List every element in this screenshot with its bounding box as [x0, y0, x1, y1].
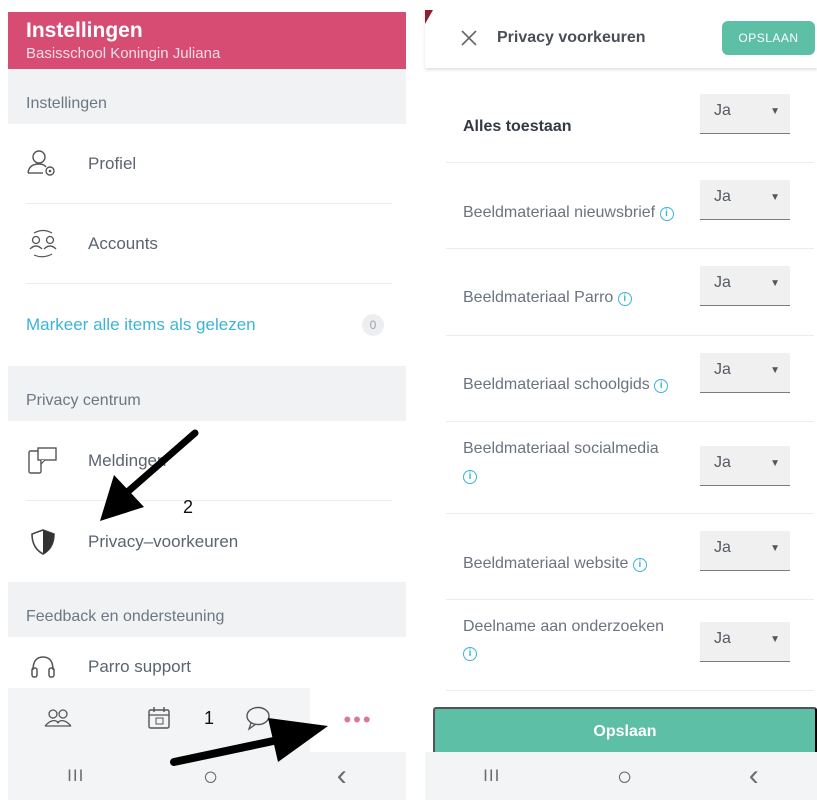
shield-icon: [26, 525, 60, 559]
pref-select-socialmedia[interactable]: Ja ▼: [700, 446, 790, 486]
pref-row-socialmedia: Beeldmateriaal socialmedia i Ja ▼: [446, 422, 814, 514]
pref-label: Alles toestaan: [463, 118, 572, 135]
close-icon[interactable]: [457, 26, 481, 50]
pref-select-schoolgids[interactable]: Ja ▼: [700, 353, 790, 393]
pref-label: Beeldmateriaal socialmedia: [463, 440, 659, 457]
select-value: Ja: [714, 188, 731, 205]
pref-label-wrap: Beeldmateriaal nieuwsbrief i: [463, 201, 688, 225]
save-button[interactable]: Opslaan: [433, 707, 817, 757]
info-icon[interactable]: i: [617, 292, 632, 306]
annotation-arrow-1: [170, 718, 328, 766]
accounts-switch-icon: [26, 227, 60, 261]
info-icon[interactable]: i: [632, 558, 647, 572]
info-icon[interactable]: i: [654, 379, 669, 393]
system-nav-bar-right: III ○ ‹: [425, 752, 817, 800]
app-header: Instellingen Basisschool Koningin Julian…: [8, 12, 406, 69]
settings-item-label: Profiel: [88, 153, 137, 173]
screenshot-canvas: Instellingen Basisschool Koningin Julian…: [0, 0, 817, 800]
pref-label: Beeldmateriaal nieuwsbrief: [463, 204, 656, 221]
chevron-down-icon: ▼: [770, 192, 780, 203]
pref-label-wrap: Beeldmateriaal schoolgids i: [463, 373, 703, 397]
pref-label-wrap: Beeldmateriaal website i: [463, 552, 688, 576]
pref-row-alles-toestaan: Alles toestaan Ja ▼: [446, 80, 814, 163]
settings-item-profiel[interactable]: Profiel: [26, 124, 392, 204]
pref-select-website[interactable]: Ja ▼: [700, 531, 790, 571]
profile-gear-icon: [26, 147, 60, 181]
chevron-down-icon: ▼: [770, 543, 780, 554]
save-button-top[interactable]: OPSLAAN: [722, 21, 815, 55]
back-button[interactable]: ‹: [337, 759, 347, 793]
settings-item-accounts[interactable]: Accounts: [26, 204, 392, 284]
pref-label: Beeldmateriaal schoolgids: [463, 376, 650, 393]
mark-all-read-link[interactable]: Markeer alle items als gelezen 0: [26, 284, 392, 366]
settings-item-label: Accounts: [88, 233, 158, 253]
page-title: Privacy voorkeuren: [497, 29, 646, 46]
select-value: Ja: [714, 630, 731, 647]
top-app-bar: Privacy voorkeuren OPSLAAN: [425, 10, 817, 68]
info-icon[interactable]: i: [463, 647, 477, 661]
school-name: Basisschool Koningin Juliana: [26, 45, 221, 62]
unread-count-badge: 0: [362, 314, 384, 336]
support-label: Parro support: [88, 657, 191, 676]
section-header-feedback: Feedback en ondersteuning: [8, 582, 406, 637]
select-value: Ja: [714, 102, 731, 119]
annotation-number-2: 2: [183, 497, 194, 517]
pref-label: Beeldmateriaal website: [463, 555, 629, 572]
annotation-number-1: 1: [204, 708, 215, 728]
headset-icon: [26, 650, 60, 684]
mark-all-read-label: Markeer alle items als gelezen: [26, 315, 256, 334]
info-icon[interactable]: i: [463, 470, 477, 484]
privacy-preferences-screen: Privacy voorkeuren OPSLAAN Alles toestaa…: [425, 10, 817, 800]
pref-select-parro[interactable]: Ja ▼: [700, 266, 790, 306]
select-value: Ja: [714, 361, 731, 378]
pref-label: Beeldmateriaal Parro: [463, 289, 614, 306]
page-title: Instellingen: [26, 19, 143, 42]
recent-apps-button[interactable]: III: [483, 766, 500, 786]
select-value: Ja: [714, 539, 731, 556]
settings-screen: Instellingen Basisschool Koningin Julian…: [8, 12, 406, 800]
recent-apps-button[interactable]: III: [67, 766, 84, 786]
select-value: Ja: [714, 454, 731, 471]
privacy-item-label: Privacy–voorkeuren: [88, 531, 239, 551]
pref-row-nieuwsbrief: Beeldmateriaal nieuwsbrief i Ja ▼: [446, 163, 814, 249]
section-header-settings: Instellingen: [8, 69, 406, 124]
nav-groups[interactable]: [8, 688, 108, 752]
chevron-down-icon: ▼: [770, 458, 780, 469]
chevron-down-icon: ▼: [770, 365, 780, 376]
pref-row-onderzoeken: Deelname aan onderzoeken i Ja ▼: [446, 600, 814, 691]
corner-mark: [425, 10, 433, 24]
section-header-privacy: Privacy centrum: [8, 366, 406, 421]
select-value: Ja: [714, 274, 731, 291]
chevron-down-icon: ▼: [770, 106, 780, 117]
pref-label-wrap: Beeldmateriaal Parro i: [463, 286, 688, 310]
pref-select-nieuwsbrief[interactable]: Ja ▼: [700, 180, 790, 220]
pref-select-alles-toestaan[interactable]: Ja ▼: [700, 94, 790, 134]
home-button[interactable]: ○: [617, 761, 633, 792]
pref-row-parro: Beeldmateriaal Parro i Ja ▼: [446, 249, 814, 336]
info-icon[interactable]: i: [659, 207, 674, 221]
pref-row-website: Beeldmateriaal website i Ja ▼: [446, 514, 814, 600]
chevron-down-icon: ▼: [770, 634, 780, 645]
pref-select-onderzoeken[interactable]: Ja ▼: [700, 622, 790, 662]
back-button[interactable]: ‹: [749, 759, 759, 793]
pref-row-schoolgids: Beeldmateriaal schoolgids i Ja ▼: [446, 336, 814, 422]
group-icon: [43, 706, 73, 735]
devices-icon: [26, 444, 60, 478]
more-icon: •••: [343, 707, 373, 732]
chevron-down-icon: ▼: [770, 278, 780, 289]
pref-label: Deelname aan onderzoeken: [463, 618, 665, 635]
